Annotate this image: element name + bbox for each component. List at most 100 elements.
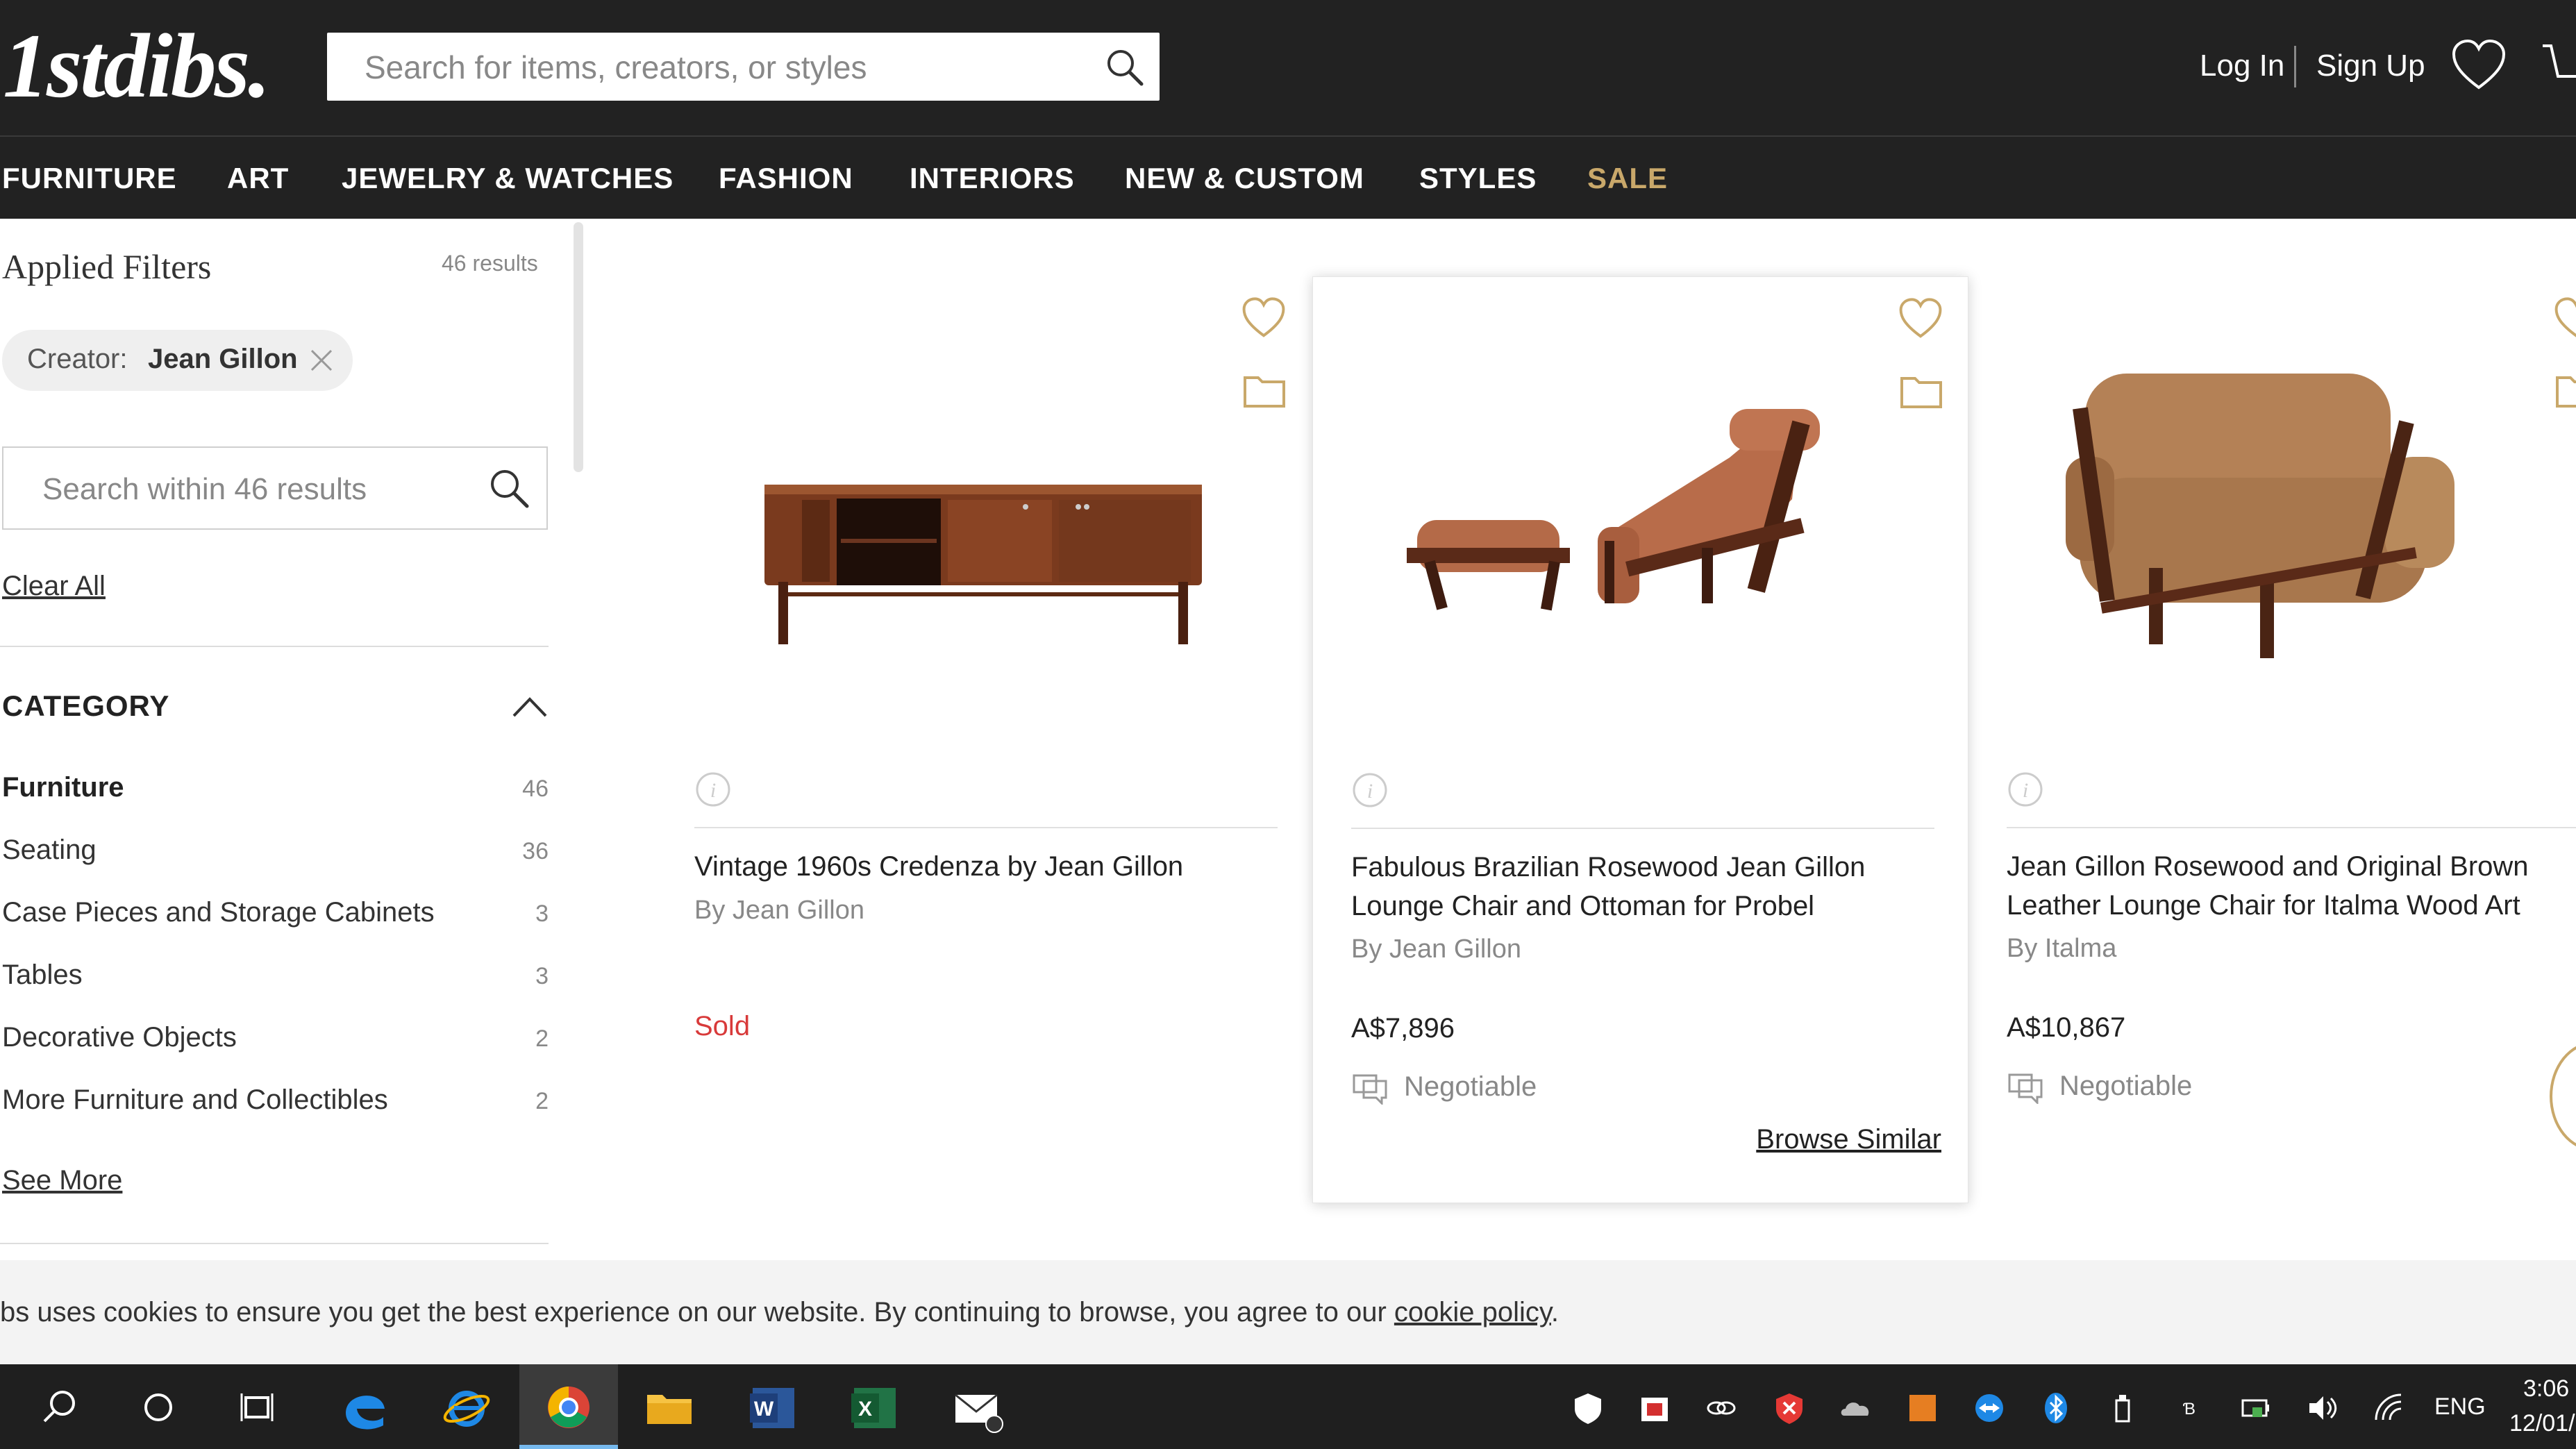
results-count: 46 results [442,251,538,276]
credenza-image[interactable] [656,318,1312,748]
info-icon[interactable]: i [694,771,732,812]
chat-bubble-icon [2008,1073,2043,1105]
divider [1351,828,1934,829]
svg-text:W: W [754,1398,774,1421]
search-icon[interactable] [31,1378,89,1437]
onedrive-icon[interactable] [1839,1391,1873,1425]
app-badge-icon[interactable] [1637,1391,1672,1425]
info-icon[interactable]: i [1351,771,1389,812]
cart-icon[interactable] [2541,42,2576,94]
teamviewer-icon[interactable] [1972,1391,2007,1425]
category-item-decorative-objects[interactable]: Decorative Objects [2,1022,237,1053]
chrome-icon[interactable] [540,1378,598,1437]
category-title[interactable]: CATEGORY [2,689,169,723]
category-item-furniture[interactable]: Furniture [2,772,124,803]
nav-jewelry-watches[interactable]: JEWELRY & WATCHES [342,162,674,195]
favorites-heart-icon[interactable] [2451,39,2507,95]
cookie-message: bs uses cookies to ensure you get the be… [0,1297,1559,1328]
sold-label: Sold [694,1011,751,1041]
sidebar-scrollbar[interactable] [574,222,583,472]
cookie-policy-link[interactable]: cookie policy [1394,1297,1551,1327]
task-view-icon[interactable] [228,1378,286,1437]
category-item-more-furniture[interactable]: More Furniture and Collectibles [2,1084,388,1116]
divider [0,646,549,647]
product-card[interactable]: i Jean Gillon Rosewood and Original Brow… [1968,276,2576,1203]
word-icon[interactable]: W [743,1378,801,1437]
security-shield-icon[interactable] [1571,1391,1605,1425]
svg-text:X: X [858,1398,872,1421]
browse-similar-link[interactable]: Browse Similar [1756,1124,1941,1155]
product-creator[interactable]: By Italma [2007,934,2116,964]
chevron-up-icon[interactable] [511,695,549,722]
app-orange-icon[interactable] [1905,1391,1940,1425]
nav-sale[interactable]: SALE [1587,162,1668,195]
wifi-icon[interactable] [2372,1391,2407,1425]
category-count: 3 [535,901,549,927]
cookie-text: bs uses cookies to ensure you get the be… [0,1297,1394,1327]
volume-icon[interactable] [2305,1391,2340,1425]
search-icon[interactable] [487,466,531,514]
language-indicator[interactable]: ENG [2434,1393,2486,1421]
product-title[interactable]: Vintage 1960s Credenza by Jean Gillon [694,847,1278,886]
clock-date[interactable]: 12/01/ [2509,1410,2575,1437]
battery-icon[interactable] [2239,1391,2273,1425]
nav-interiors[interactable]: INTERIORS [910,162,1075,195]
signup-link[interactable]: Sign Up [2316,49,2425,83]
product-title[interactable]: Fabulous Brazilian Rosewood Jean Gillon … [1351,848,1934,925]
internet-explorer-icon[interactable] [437,1378,496,1437]
windows-taskbar: W X Ɓ ENG 3:06 12/01/ [0,1364,2576,1449]
close-icon[interactable] [308,346,335,378]
search-within-input[interactable] [41,466,460,513]
divider [0,1243,549,1244]
leather-lounge-chair-image[interactable] [1968,318,2576,748]
product-creator[interactable]: By Jean Gillon [694,896,864,925]
clock-time[interactable]: 3:06 [2523,1375,2569,1402]
category-item-tables[interactable]: Tables [2,960,83,991]
mail-icon[interactable] [948,1378,1007,1437]
product-creator[interactable]: By Jean Gillon [1351,935,1521,964]
search-input[interactable] [363,41,1060,94]
usb-drive-icon[interactable] [2105,1391,2140,1425]
cortana-icon[interactable] [129,1378,187,1437]
bluetooth-icon[interactable] [2039,1391,2073,1425]
see-more-link[interactable]: See More [2,1165,122,1196]
product-card[interactable]: i Vintage 1960s Credenza by Jean Gillon … [656,276,1312,1203]
search-icon[interactable] [1104,47,1146,92]
edge-icon[interactable] [336,1378,394,1437]
category-item-case-pieces[interactable]: Case Pieces and Storage Cabinets [2,897,435,928]
nav-art[interactable]: ART [227,162,289,195]
info-icon[interactable]: i [2007,771,2044,812]
nav-new-custom[interactable]: NEW & CUSTOM [1125,162,1364,195]
category-count: 2 [535,1088,549,1114]
ime-icon[interactable]: Ɓ [2172,1391,2207,1425]
product-title[interactable]: Jean Gillon Rosewood and Original Brown … [2007,847,2576,925]
negotiable-label: Negotiable [2059,1071,2193,1101]
file-explorer-icon[interactable] [640,1378,699,1437]
creator-filter-chip[interactable]: Creator: Jean Gillon [2,330,353,391]
category-count: 2 [535,1025,549,1052]
link-icon[interactable] [1704,1391,1739,1425]
svg-text:i: i [2023,779,2028,802]
antivirus-icon[interactable] [1772,1391,1807,1425]
svg-text:i: i [710,779,716,802]
cookie-text-end: . [1550,1297,1559,1327]
top-header: 1stdibs. Log In Sign Up [0,0,2576,135]
cookie-banner: bs uses cookies to ensure you get the be… [0,1260,2576,1364]
lounge-chair-ottoman-image[interactable] [1313,319,1969,749]
negotiable-label: Negotiable [1404,1071,1537,1102]
excel-icon[interactable]: X [844,1378,903,1437]
main-nav: FURNITURE ART JEWELRY & WATCHES FASHION … [0,135,2576,219]
category-item-seating[interactable]: Seating [2,835,97,866]
negotiable-indicator: Negotiable [2007,1068,2192,1109]
login-link[interactable]: Log In [2200,49,2284,83]
site-logo[interactable]: 1stdibs. [3,12,271,119]
product-card[interactable]: i Fabulous Brazilian Rosewood Jean Gillo… [1312,276,1968,1203]
divider [694,827,1278,828]
product-price: A$10,867 [2007,1012,2126,1043]
nav-styles[interactable]: STYLES [1419,162,1537,195]
nav-fashion[interactable]: FASHION [719,162,853,195]
category-count: 3 [535,963,549,989]
nav-furniture[interactable]: FURNITURE [2,162,177,195]
clear-all-link[interactable]: Clear All [2,571,106,602]
chat-bubble-icon [1353,1074,1387,1106]
